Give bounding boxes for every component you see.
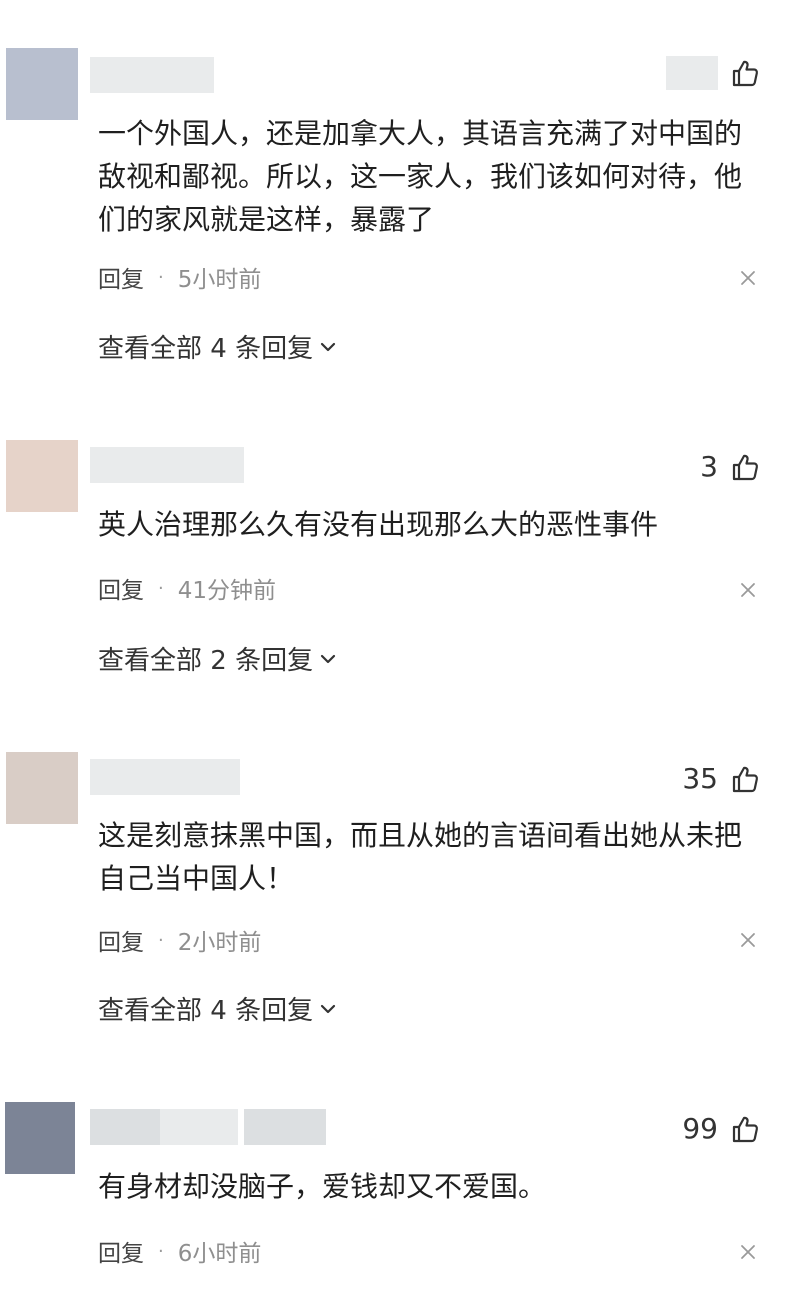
username-redacted[interactable] [244, 1109, 326, 1145]
username-redacted[interactable] [160, 1109, 238, 1145]
close-icon[interactable] [740, 1244, 756, 1260]
username-redacted[interactable] [90, 1109, 160, 1145]
comment-text: 有身材却没脑子，爱钱却又不爱国。 [98, 1170, 547, 1203]
like-count: 99 [682, 1112, 718, 1145]
comment-item: 99 有身材却没脑子，爱钱却又不爱国。 回复 · 6小时前 [0, 0, 806, 1298]
thumbs-up-icon[interactable] [730, 1114, 760, 1144]
comment-time: 6小时前 [177, 1241, 262, 1267]
avatar[interactable] [5, 1102, 75, 1174]
reply-button[interactable]: 回复 [98, 1234, 144, 1268]
separator-dot: · [158, 1240, 164, 1262]
